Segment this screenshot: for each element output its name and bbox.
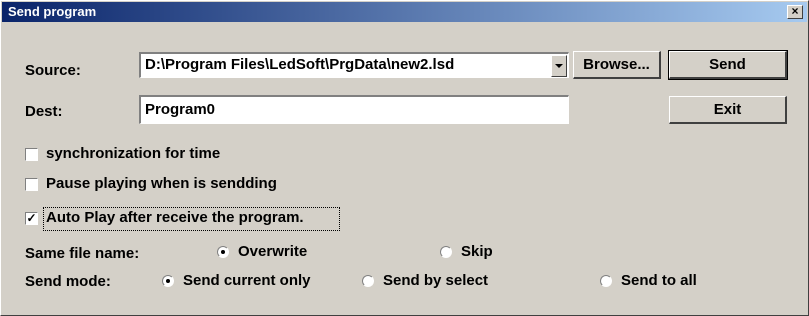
- send-program-dialog: Send program × Source: D:\Program Files\…: [0, 0, 809, 316]
- exit-button[interactable]: Exit: [669, 96, 787, 124]
- skip-radio[interactable]: [440, 246, 452, 258]
- browse-button-label: Browse...: [583, 56, 650, 73]
- window-title: Send program: [8, 4, 97, 19]
- chevron-down-icon[interactable]: [551, 55, 567, 77]
- send-current-only-radio[interactable]: [162, 275, 174, 287]
- send-by-select-radio[interactable]: [362, 275, 374, 287]
- send-button-label: Send: [709, 56, 746, 73]
- send-to-all-radio[interactable]: [600, 275, 612, 287]
- source-label: Source:: [25, 62, 81, 79]
- pause-playing-checkbox[interactable]: [25, 178, 38, 191]
- auto-play-label[interactable]: Auto Play after receive the program.: [46, 209, 304, 227]
- overwrite-label[interactable]: Overwrite: [238, 243, 307, 261]
- send-to-all-label[interactable]: Send to all: [621, 272, 697, 290]
- source-combobox[interactable]: D:\Program Files\LedSoft\PrgData\new2.ls…: [139, 52, 569, 78]
- browse-button[interactable]: Browse...: [573, 51, 661, 79]
- send-button[interactable]: Send: [668, 50, 788, 80]
- source-value: D:\Program Files\LedSoft\PrgData\new2.ls…: [145, 56, 455, 73]
- dest-value: Program0: [145, 101, 216, 118]
- same-file-name-label: Same file name:: [25, 245, 140, 262]
- sync-time-checkbox[interactable]: [25, 148, 38, 161]
- close-icon: ×: [791, 4, 799, 18]
- dest-input[interactable]: Program0: [139, 95, 569, 124]
- pause-playing-label[interactable]: Pause playing when is sendding: [46, 175, 277, 193]
- send-current-only-label[interactable]: Send current only: [183, 272, 311, 290]
- send-mode-label: Send mode:: [25, 273, 111, 290]
- auto-play-checkbox[interactable]: ✓: [25, 212, 38, 225]
- send-by-select-label[interactable]: Send by select: [383, 272, 488, 290]
- skip-label[interactable]: Skip: [461, 243, 493, 261]
- check-icon: ✓: [26, 211, 37, 225]
- dest-label: Dest:: [25, 103, 63, 120]
- title-bar[interactable]: Send program ×: [2, 2, 807, 22]
- exit-button-label: Exit: [713, 101, 742, 118]
- overwrite-radio[interactable]: [217, 246, 229, 258]
- close-button[interactable]: ×: [787, 5, 803, 19]
- sync-time-label[interactable]: synchronization for time: [46, 145, 220, 163]
